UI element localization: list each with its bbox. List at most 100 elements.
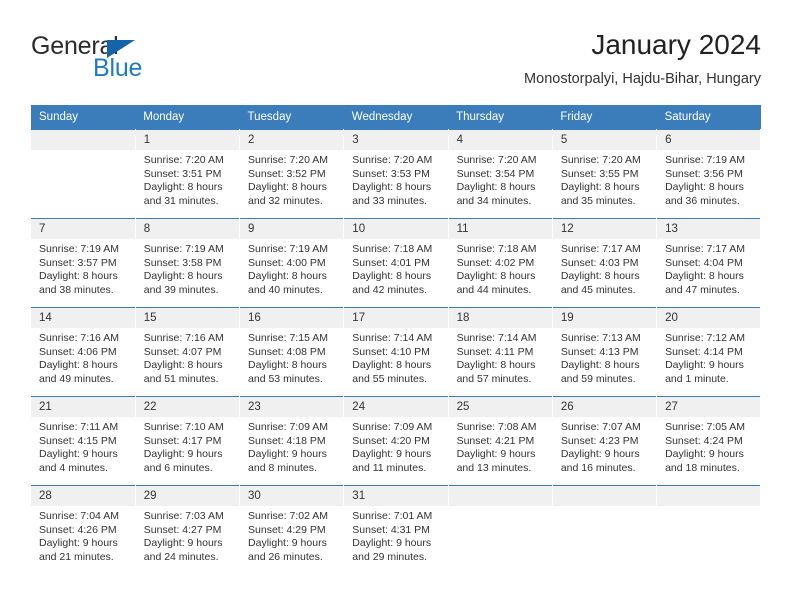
sunset-time: Sunset: 4:27 PM xyxy=(143,523,222,536)
daylight-duration-line2: and 11 minutes. xyxy=(352,461,427,474)
calendar-day-cell[interactable]: 10 Sunrise: 7:18 AM Sunset: 4:01 PM Dayligh… xyxy=(343,218,449,308)
day-number: 30 xyxy=(240,486,344,506)
calendar-day-cell[interactable]: 11 Sunrise: 7:18 AM Sunset: 4:02 PM Dayligh… xyxy=(448,218,553,308)
calendar-grid: Sunday Monday Tuesday Wednesday Thursday… xyxy=(31,105,762,574)
day-number: 29 xyxy=(135,486,240,506)
sunset-time: Sunset: 4:23 PM xyxy=(560,434,639,447)
daylight-duration-line2: and 57 minutes. xyxy=(456,372,532,385)
calendar-day-cell[interactable]: 13 Sunrise: 7:17 AM Sunset: 4:04 PM Dayligh… xyxy=(656,218,762,308)
day-number xyxy=(657,486,761,506)
sunset-time: Sunset: 4:13 PM xyxy=(560,345,639,358)
calendar-day-cell[interactable]: 6 Sunrise: 7:19 AM Sunset: 3:56 PM Daylight… xyxy=(656,129,762,219)
day-details: Sunrise: 7:16 AM Sunset: 4:06 PM Daylight:… xyxy=(31,328,135,386)
sunrise-time: Sunrise: 7:17 AM xyxy=(665,243,746,255)
calendar-day-cell[interactable]: 4 Sunrise: 7:20 AM Sunset: 3:54 PM Daylight… xyxy=(448,129,553,219)
day-number: 13 xyxy=(657,219,761,239)
day-details: Sunrise: 7:19 AM Sunset: 3:58 PM Daylight:… xyxy=(136,239,239,297)
sunrise-time: Sunrise: 7:14 AM xyxy=(352,332,433,344)
calendar-day-cell[interactable]: 22 Sunrise: 7:10 AM Sunset: 4:17 PM Dayligh… xyxy=(135,396,241,486)
daylight-duration-line1: Daylight: 9 hours xyxy=(352,448,432,461)
day-details: Sunrise: 7:13 AM Sunset: 4:13 PM Daylight:… xyxy=(553,328,656,386)
day-number: 14 xyxy=(31,308,135,328)
daylight-duration-line1: Daylight: 8 hours xyxy=(143,181,223,194)
sunset-time: Sunset: 4:26 PM xyxy=(39,523,117,536)
sunset-time: Sunset: 4:29 PM xyxy=(248,523,326,536)
calendar-day-cell[interactable]: 29 Sunrise: 7:03 AM Sunset: 4:27 PM Dayligh… xyxy=(135,485,241,574)
brand-name-blue: Blue xyxy=(93,54,143,82)
day-details: Sunrise: 7:05 AM Sunset: 4:24 PM Daylight:… xyxy=(657,417,760,475)
sunrise-time: Sunrise: 7:20 AM xyxy=(560,154,641,166)
sunrise-time: Sunrise: 7:19 AM xyxy=(143,243,224,255)
calendar-week-row: 21 Sunrise: 7:11 AM Sunset: 4:15 PM Dayligh… xyxy=(31,396,762,486)
daylight-duration-line1: Daylight: 8 hours xyxy=(352,181,432,194)
calendar-day-cell[interactable]: 8 Sunrise: 7:19 AM Sunset: 3:58 PM Daylight… xyxy=(135,218,241,308)
day-number: 26 xyxy=(552,397,657,417)
calendar-day-cell[interactable]: 17 Sunrise: 7:14 AM Sunset: 4:10 PM Dayligh… xyxy=(343,307,449,397)
sunrise-time: Sunrise: 7:16 AM xyxy=(143,332,224,344)
sunrise-time: Sunrise: 7:07 AM xyxy=(560,421,641,433)
day-number: 20 xyxy=(657,308,761,328)
daylight-duration-line2: and 40 minutes. xyxy=(248,283,323,296)
daylight-duration-line2: and 8 minutes. xyxy=(248,461,317,474)
calendar-day-cell[interactable]: 16 Sunrise: 7:15 AM Sunset: 4:08 PM Dayligh… xyxy=(239,307,345,397)
daylight-duration-line2: and 53 minutes. xyxy=(248,372,323,385)
day-details: Sunrise: 7:02 AM Sunset: 4:29 PM Daylight:… xyxy=(240,506,343,564)
daylight-duration-line2: and 42 minutes. xyxy=(352,283,428,296)
day-number: 10 xyxy=(344,219,448,239)
day-number: 11 xyxy=(448,219,552,239)
daylight-duration-line1: Daylight: 8 hours xyxy=(560,270,640,283)
calendar-day-cell[interactable]: 2 Sunrise: 7:20 AM Sunset: 3:52 PM Daylight… xyxy=(239,129,345,219)
day-details: Sunrise: 7:10 AM Sunset: 4:17 PM Daylight:… xyxy=(136,417,239,475)
calendar-day-cell[interactable]: 18 Sunrise: 7:14 AM Sunset: 4:11 PM Dayligh… xyxy=(448,307,553,397)
sunset-time: Sunset: 4:18 PM xyxy=(248,434,326,447)
calendar-day-cell[interactable]: 21 Sunrise: 7:11 AM Sunset: 4:15 PM Dayligh… xyxy=(31,396,136,486)
daylight-duration-line2: and 35 minutes. xyxy=(560,194,636,207)
calendar-day-cell[interactable]: 25 Sunrise: 7:08 AM Sunset: 4:21 PM Dayligh… xyxy=(448,396,553,486)
sunrise-time: Sunrise: 7:20 AM xyxy=(248,154,328,166)
brand-logo[interactable]: General Blue xyxy=(31,32,211,88)
calendar-day-cell[interactable]: 19 Sunrise: 7:13 AM Sunset: 4:13 PM Dayligh… xyxy=(552,307,658,397)
day-details: Sunrise: 7:19 AM Sunset: 4:00 PM Daylight:… xyxy=(240,239,343,297)
sunset-time: Sunset: 3:52 PM xyxy=(248,167,326,180)
sunset-time: Sunset: 3:56 PM xyxy=(665,167,743,180)
calendar-cell-empty xyxy=(448,485,553,574)
day-number: 22 xyxy=(135,397,240,417)
calendar-day-cell[interactable]: 28 Sunrise: 7:04 AM Sunset: 4:26 PM Dayligh… xyxy=(31,485,136,574)
sunrise-time: Sunrise: 7:09 AM xyxy=(352,421,433,433)
calendar-day-cell[interactable]: 7 Sunrise: 7:19 AM Sunset: 3:57 PM Daylight… xyxy=(31,218,136,308)
calendar-day-cell[interactable]: 26 Sunrise: 7:07 AM Sunset: 4:23 PM Dayligh… xyxy=(552,396,658,486)
day-number: 4 xyxy=(448,130,552,150)
calendar-day-cell[interactable]: 23 Sunrise: 7:09 AM Sunset: 4:18 PM Dayligh… xyxy=(239,396,345,486)
daylight-duration-line2: and 47 minutes. xyxy=(665,283,740,296)
daylight-duration-line1: Daylight: 8 hours xyxy=(456,270,536,283)
sunrise-time: Sunrise: 7:02 AM xyxy=(248,510,328,522)
sunrise-time: Sunrise: 7:17 AM xyxy=(560,243,641,255)
calendar-day-cell[interactable]: 5 Sunrise: 7:20 AM Sunset: 3:55 PM Daylight… xyxy=(552,129,658,219)
calendar-day-cell[interactable]: 15 Sunrise: 7:16 AM Sunset: 4:07 PM Dayligh… xyxy=(135,307,241,397)
sunset-time: Sunset: 3:51 PM xyxy=(143,167,222,180)
weekday-header-sunday: Sunday xyxy=(31,105,136,130)
daylight-duration-line2: and 44 minutes. xyxy=(456,283,532,296)
page-header: General Blue January 2024 Monostorpalyi,… xyxy=(31,28,761,100)
day-number: 2 xyxy=(240,130,344,150)
calendar-day-cell[interactable]: 9 Sunrise: 7:19 AM Sunset: 4:00 PM Daylight… xyxy=(239,218,345,308)
daylight-duration-line1: Daylight: 9 hours xyxy=(39,448,118,461)
calendar-day-cell[interactable]: 30 Sunrise: 7:02 AM Sunset: 4:29 PM Dayligh… xyxy=(239,485,345,574)
calendar-day-cell[interactable]: 14 Sunrise: 7:16 AM Sunset: 4:06 PM Dayligh… xyxy=(31,307,136,397)
daylight-duration-line2: and 38 minutes. xyxy=(39,283,114,296)
daylight-duration-line2: and 29 minutes. xyxy=(352,550,428,563)
calendar-day-cell[interactable]: 24 Sunrise: 7:09 AM Sunset: 4:20 PM Dayligh… xyxy=(343,396,449,486)
day-number: 6 xyxy=(657,130,761,150)
calendar-day-cell[interactable]: 27 Sunrise: 7:05 AM Sunset: 4:24 PM Dayligh… xyxy=(656,396,762,486)
calendar-day-cell[interactable]: 31 Sunrise: 7:01 AM Sunset: 4:31 PM Dayligh… xyxy=(343,485,449,574)
daylight-duration-line2: and 18 minutes. xyxy=(665,461,740,474)
calendar-day-cell[interactable]: 20 Sunrise: 7:12 AM Sunset: 4:14 PM Dayligh… xyxy=(656,307,762,397)
daylight-duration-line2: and 1 minute. xyxy=(665,372,729,385)
day-details: Sunrise: 7:17 AM Sunset: 4:04 PM Daylight:… xyxy=(657,239,760,297)
calendar-day-cell[interactable]: 12 Sunrise: 7:17 AM Sunset: 4:03 PM Dayligh… xyxy=(552,218,658,308)
day-details: Sunrise: 7:16 AM Sunset: 4:07 PM Daylight:… xyxy=(136,328,239,386)
calendar-day-cell[interactable]: 1 Sunrise: 7:20 AM Sunset: 3:51 PM Daylight… xyxy=(135,129,241,219)
calendar-day-cell[interactable]: 3 Sunrise: 7:20 AM Sunset: 3:53 PM Daylight… xyxy=(343,129,449,219)
sunset-time: Sunset: 4:11 PM xyxy=(456,345,534,358)
day-details: Sunrise: 7:20 AM Sunset: 3:55 PM Daylight:… xyxy=(553,150,656,208)
